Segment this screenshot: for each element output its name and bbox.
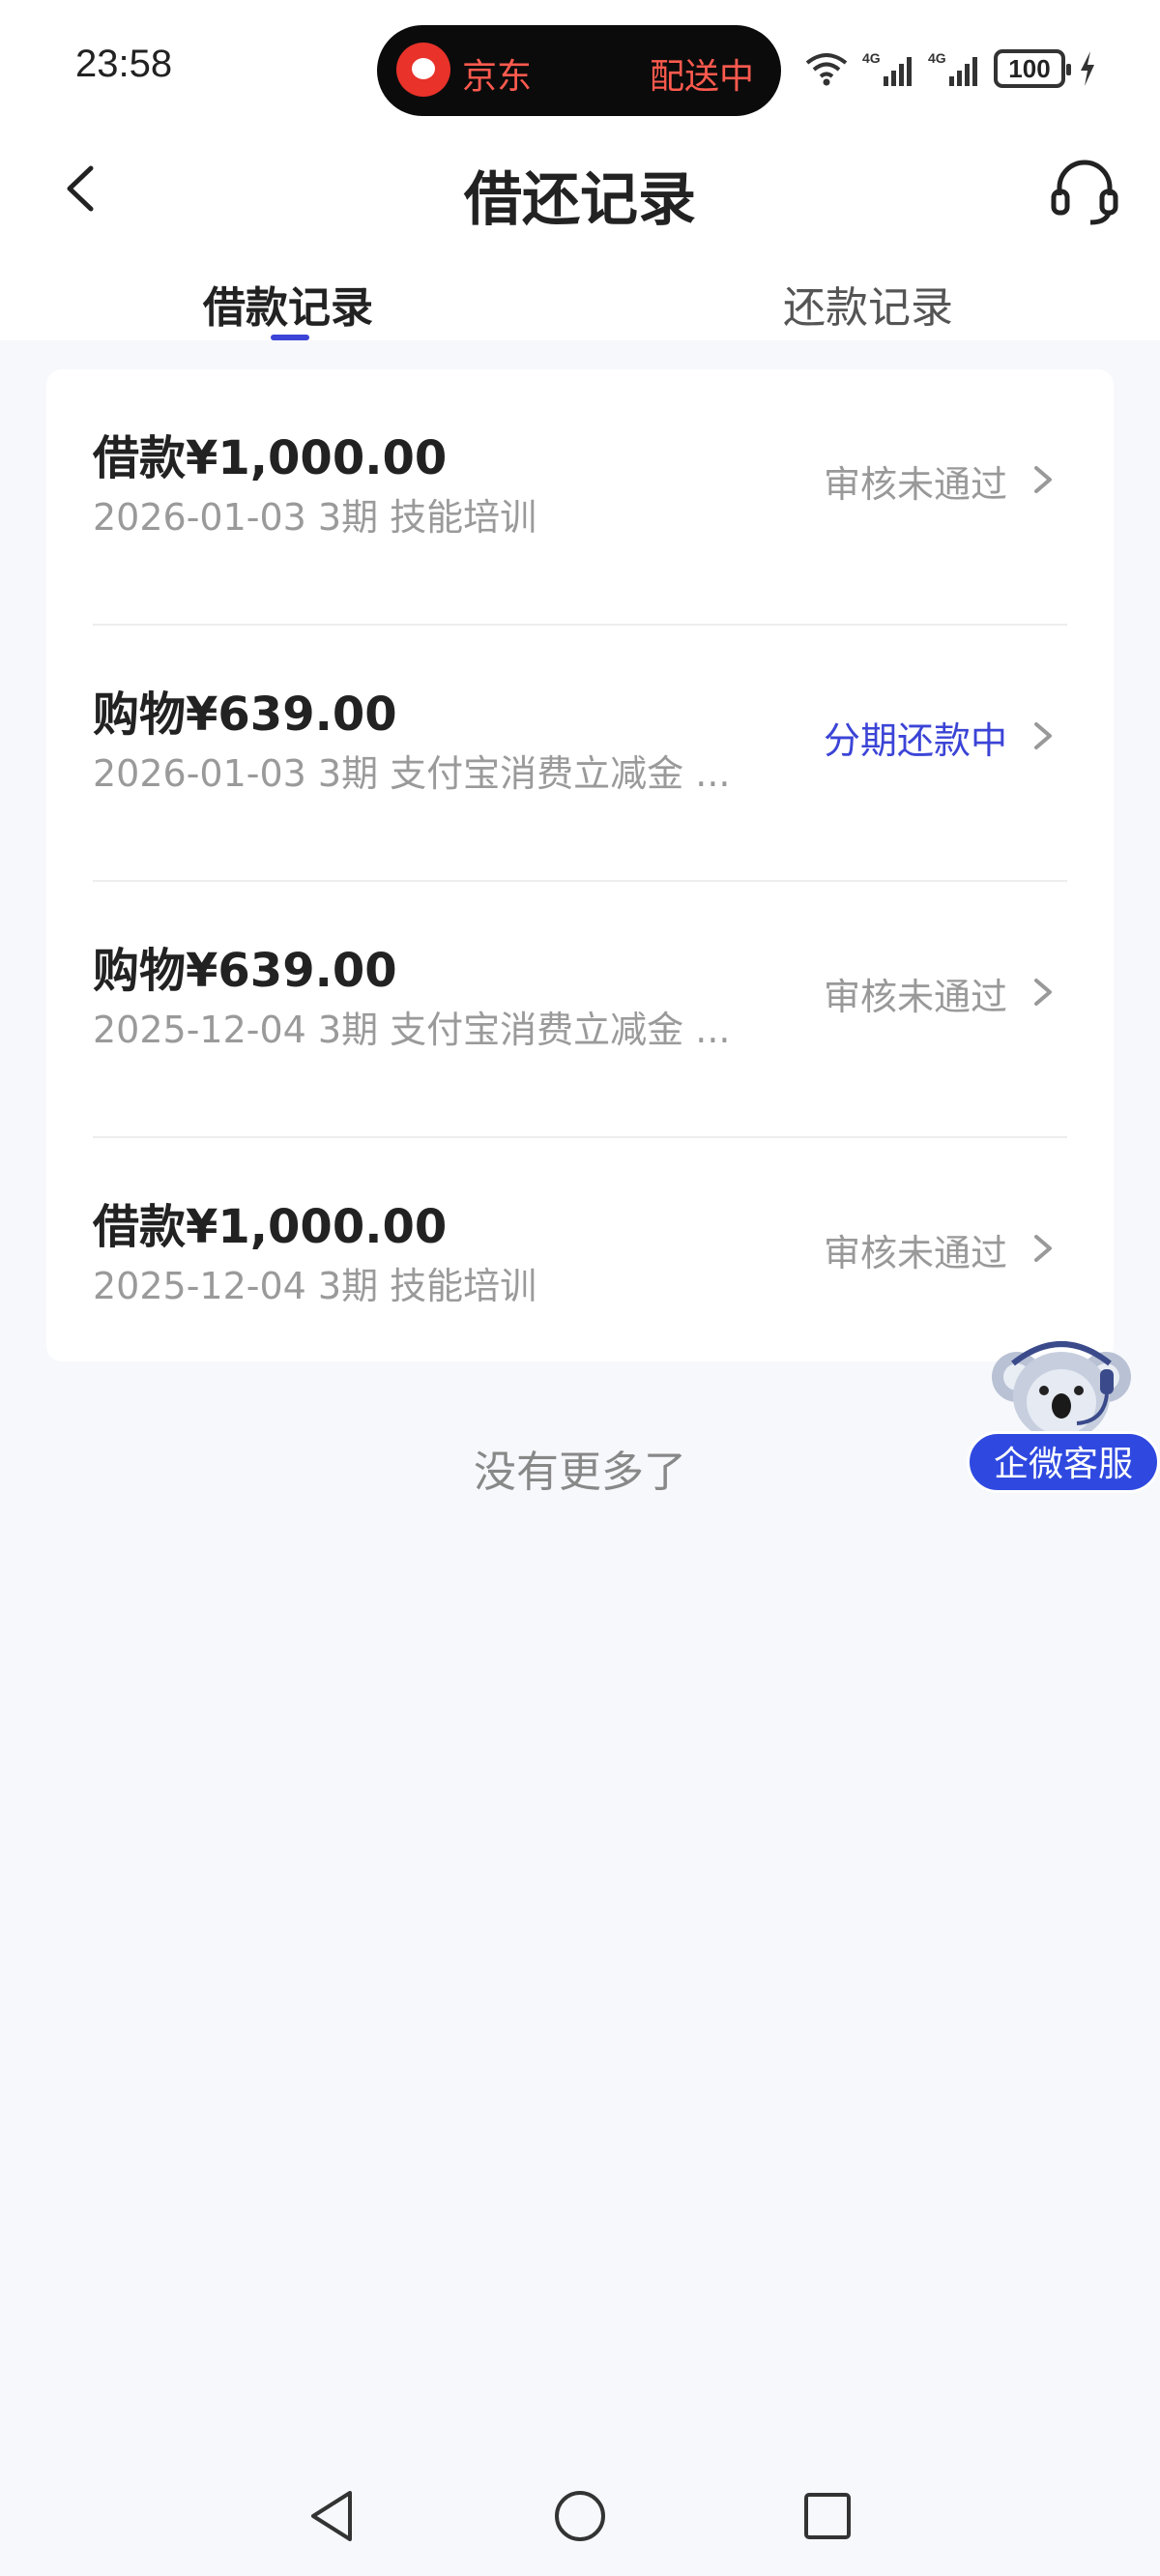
wifi-icon (805, 53, 848, 86)
chevron-right-icon (1034, 466, 1052, 493)
nav-recents-icon[interactable] (797, 2485, 858, 2547)
status-icons: 4G 4G 100 (802, 44, 1098, 93)
record-subtitle: 2025-12-04 3期 技能培训 (93, 1265, 537, 1307)
charging-bolt-icon (1081, 51, 1094, 86)
chevron-right-icon (1034, 979, 1052, 1006)
floater-label: 企微客服 (967, 1431, 1160, 1493)
status-bar: 23:58 京东 配送中 4G 4G 100 (0, 0, 1160, 135)
system-nav-bar (0, 2456, 1160, 2576)
tab-borrow-records[interactable]: 借款记录 (203, 273, 373, 335)
record-tabs: 借款记录 还款记录 (0, 261, 1160, 340)
record-title: 借款¥1,000.00 (93, 431, 448, 485)
nav-back-icon[interactable] (302, 2485, 363, 2547)
record-status: 审核未通过 (823, 976, 1007, 1018)
record-status: 审核未通过 (823, 463, 1007, 506)
status-time: 23:58 (75, 43, 173, 85)
nav-home-icon[interactable] (549, 2485, 611, 2547)
jd-logo-icon (396, 43, 450, 97)
pill-app-name: 京东 (462, 57, 533, 97)
record-status: 分期还款中 (823, 719, 1007, 762)
record-subtitle: 2025-12-04 3期 支付宝消费立减金 ... (93, 1009, 731, 1051)
chevron-right-icon (1034, 1235, 1052, 1262)
record-status: 审核未通过 (823, 1232, 1007, 1274)
svg-text:4G: 4G (928, 50, 946, 66)
page-title: 借还记录 (464, 166, 696, 234)
record-subtitle: 2026-01-03 3期 支付宝消费立减金 ... (93, 752, 731, 795)
signal-4g-icon: 4G (862, 50, 912, 86)
list-item[interactable]: 购物¥639.00 2025-12-04 3期 支付宝消费立减金 ... 审核未… (46, 882, 1114, 1138)
record-title: 购物¥639.00 (93, 944, 397, 998)
tab-active-indicator (271, 335, 309, 340)
tab-repay-records[interactable]: 还款记录 (783, 273, 953, 335)
svg-text:4G: 4G (862, 50, 881, 66)
record-title: 借款¥1,000.00 (93, 1200, 448, 1254)
nav-bar: 借还记录 (0, 135, 1160, 242)
battery-icon: 100 (994, 49, 1071, 88)
list-item[interactable]: 借款¥1,000.00 2025-12-04 3期 技能培训 审核未通过 (46, 1138, 1114, 1394)
records-card: 借款¥1,000.00 2026-01-03 3期 技能培训 审核未通过 购物¥… (46, 369, 1114, 1361)
wecom-service-floater[interactable]: 企微客服 (965, 1334, 1160, 1499)
list-item[interactable]: 借款¥1,000.00 2026-01-03 3期 技能培训 审核未通过 (46, 369, 1114, 626)
headset-icon[interactable] (1046, 153, 1123, 230)
record-title: 购物¥639.00 (93, 688, 397, 742)
signal-4g-icon-2: 4G (928, 50, 977, 86)
live-activity-pill[interactable]: 京东 配送中 (377, 25, 781, 116)
record-subtitle: 2026-01-03 3期 技能培训 (93, 496, 537, 539)
chevron-right-icon (1034, 722, 1052, 749)
list-item[interactable]: 购物¥639.00 2026-01-03 3期 支付宝消费立减金 ... 分期还… (46, 626, 1114, 882)
pill-delivery-status: 配送中 (649, 57, 754, 97)
